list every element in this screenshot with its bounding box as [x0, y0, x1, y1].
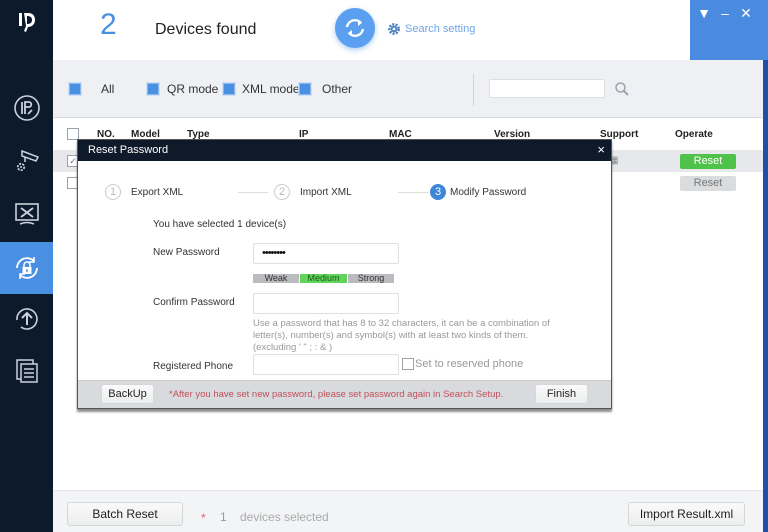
xml-mode-label: XML mode — [242, 82, 300, 96]
step-connector — [398, 192, 428, 193]
bottom-bar: Batch Reset * 1 devices selected Import … — [53, 490, 763, 532]
sidebar-item-ip[interactable] — [0, 82, 53, 134]
device-count: 2 — [100, 8, 117, 41]
reserved-phone-label: Set to reserved phone — [415, 358, 524, 370]
strength-strong: Strong — [348, 274, 394, 283]
selected-count: 1 — [220, 510, 227, 524]
new-password-value: •••••••• — [262, 247, 286, 259]
step-number: 1 — [105, 184, 121, 200]
strength-medium: Medium — [300, 274, 347, 283]
confirm-password-input[interactable] — [253, 293, 399, 314]
confirm-password-label: Confirm Password — [153, 297, 235, 308]
column-header-operate: Operate — [675, 129, 713, 140]
app-logo — [0, 0, 53, 44]
step-number: 2 — [274, 184, 290, 200]
xml-mode-checkbox[interactable] — [222, 82, 236, 96]
password-hint: Use a password that has 8 to 32 characte… — [253, 318, 550, 353]
row-reset-button-disabled: Reset — [680, 176, 736, 191]
password-warning: *After you have set new password, please… — [169, 389, 504, 400]
header: 2 Devices found Search setting ▼ – ✕ — [53, 0, 768, 60]
app-window: 2 Devices found Search setting ▼ – ✕ All… — [0, 0, 768, 532]
batch-reset-button[interactable]: Batch Reset — [67, 502, 183, 526]
window-edge — [763, 60, 768, 532]
window-controls: ▼ – ✕ — [690, 0, 768, 60]
selected-devices-info: You have selected 1 device(s) — [153, 219, 287, 230]
documents-icon — [15, 359, 38, 383]
tools-monitor-icon — [14, 203, 39, 225]
password-reset-icon — [15, 257, 38, 279]
selected-devices-text: devices selected — [240, 510, 329, 524]
sidebar-item-documents[interactable] — [0, 344, 53, 396]
reset-password-dialog: Reset Password × 1 Export XML 2 Import X… — [77, 139, 612, 409]
sidebar-item-tools[interactable] — [0, 188, 53, 240]
qr-mode-label: QR mode — [167, 82, 219, 96]
logo-icon — [18, 13, 35, 32]
dialog-title-bar: Reset Password × — [78, 140, 611, 161]
step-label: Import XML — [300, 186, 352, 198]
all-checkbox[interactable] — [68, 82, 82, 96]
camera-settings-icon — [16, 149, 39, 172]
step-import-xml: 2 Import XML — [274, 184, 352, 200]
search-setting-label: Search setting — [405, 23, 476, 35]
sidebar-item-password-reset[interactable] — [0, 242, 53, 294]
finish-button[interactable]: Finish — [535, 384, 588, 404]
search-icon[interactable] — [614, 81, 630, 102]
step-export-xml: 1 Export XML — [105, 184, 183, 200]
registered-phone-input[interactable] — [253, 354, 399, 375]
gear-icon — [388, 23, 400, 35]
reserved-phone-checkbox[interactable] — [402, 358, 414, 370]
ip-icon — [13, 95, 40, 121]
close-window-button[interactable]: ✕ — [736, 4, 756, 22]
required-star: * — [201, 511, 206, 525]
refresh-search-button[interactable] — [335, 8, 375, 48]
qr-mode-checkbox[interactable] — [146, 82, 160, 96]
dialog-footer: BackUp *After you have set new password,… — [78, 380, 611, 408]
search-setting-link[interactable]: Search setting — [387, 22, 475, 36]
strength-weak: Weak — [253, 274, 299, 283]
backup-button[interactable]: BackUp — [101, 384, 154, 404]
step-connector — [238, 192, 268, 193]
step-label: Export XML — [131, 186, 184, 198]
dialog-title: Reset Password — [88, 144, 169, 156]
sidebar-item-device-config[interactable] — [0, 134, 53, 186]
sidebar-item-upgrade[interactable] — [0, 292, 53, 344]
new-password-input[interactable]: •••••••• — [253, 243, 399, 264]
other-label: Other — [322, 82, 353, 96]
all-label: All — [101, 82, 115, 96]
filter-bar: All QR mode XML mode Other — [53, 60, 768, 118]
device-search-input[interactable] — [489, 79, 605, 98]
step-modify-password: 3 Modify Password — [430, 184, 526, 200]
registered-phone-label: Registered Phone — [153, 361, 234, 372]
devices-found-label: Devices found — [155, 21, 257, 38]
minimize-button[interactable]: – — [715, 4, 735, 22]
row-reset-button[interactable]: Reset — [680, 154, 736, 169]
dialog-close-button[interactable]: × — [597, 142, 605, 157]
other-checkbox[interactable] — [298, 82, 312, 96]
step-number-active: 3 — [430, 184, 446, 200]
new-password-label: New Password — [153, 247, 220, 258]
sidebar — [0, 0, 53, 532]
refresh-icon — [345, 19, 365, 37]
import-result-button[interactable]: Import Result.xml — [628, 502, 745, 526]
menu-dropdown-button[interactable]: ▼ — [694, 4, 714, 22]
upgrade-icon — [15, 308, 38, 330]
filter-divider — [473, 74, 474, 106]
step-label: Modify Password — [450, 186, 527, 198]
